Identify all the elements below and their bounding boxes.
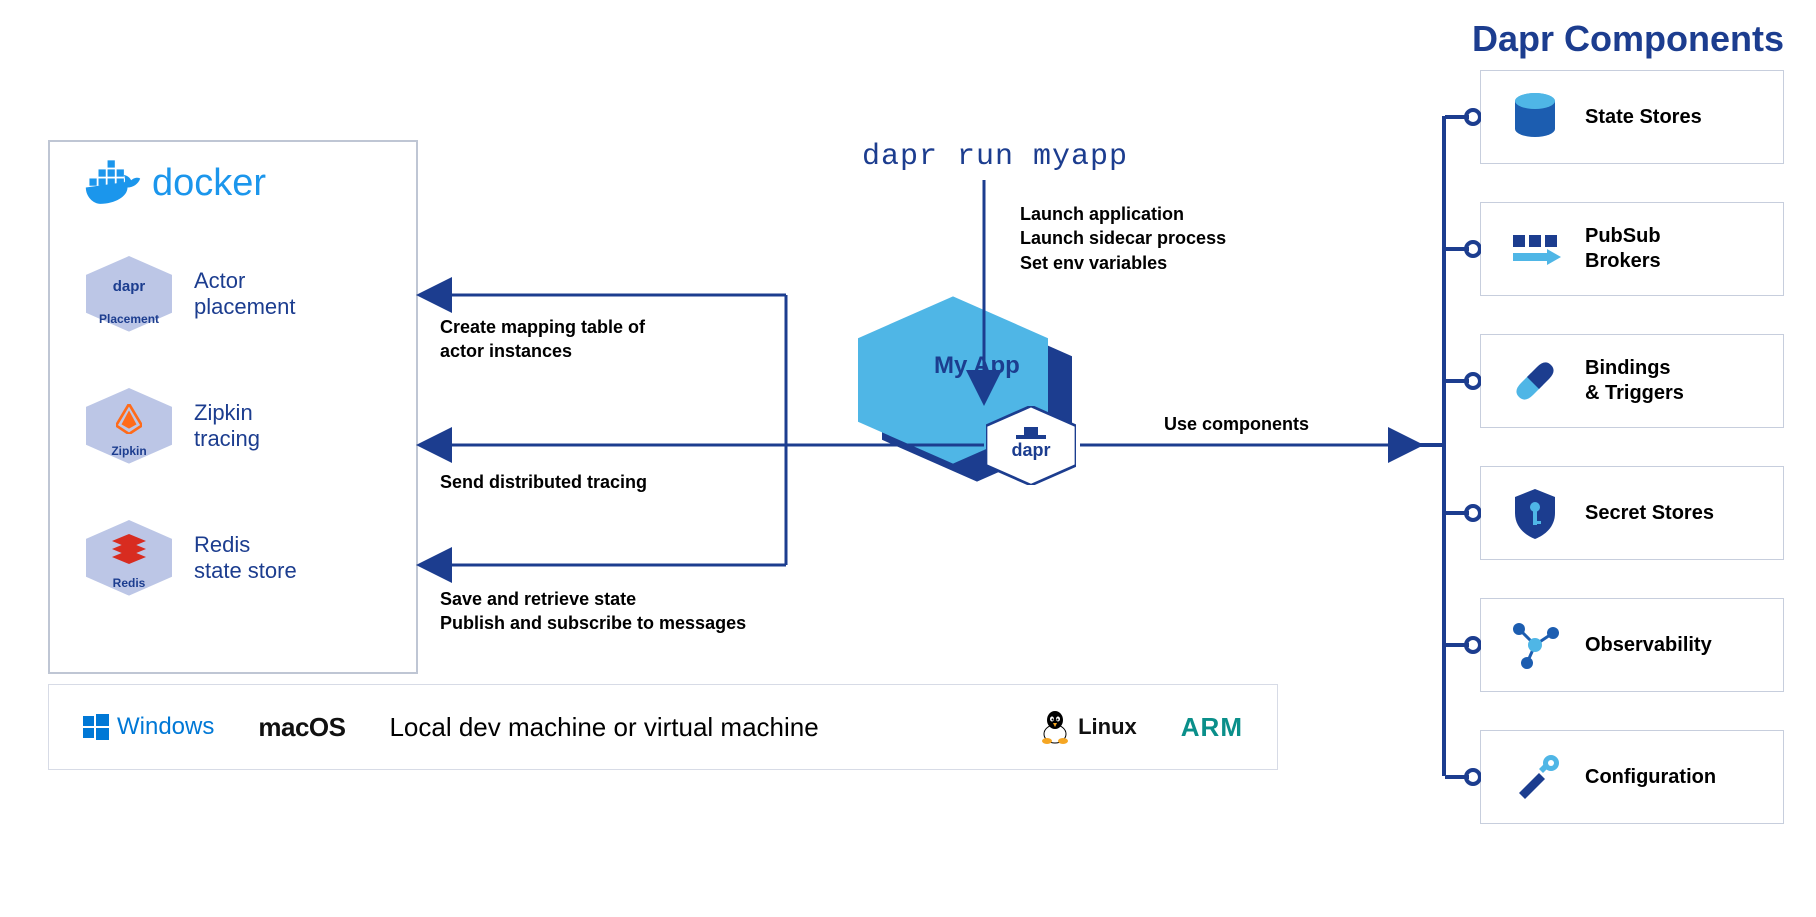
- hex-dapr-placement: dapr Placement: [86, 256, 172, 332]
- docker-panel: docker dapr Placement Actor placement Zi…: [48, 140, 418, 674]
- shield-key-icon: [1507, 485, 1563, 541]
- redis-icon: [112, 534, 146, 564]
- windows-text: Windows: [117, 713, 214, 741]
- arrow-label-actor: Create mapping table of actor instances: [440, 315, 645, 364]
- connector-icon: [1445, 635, 1481, 655]
- dapr-hat-icon: [1016, 427, 1046, 439]
- comp-pubsub: PubSub Brokers: [1480, 202, 1784, 296]
- windows-label: Windows: [83, 713, 214, 741]
- connector-icon: [1445, 767, 1481, 787]
- docker-brand-text: docker: [152, 162, 266, 205]
- connector-icon: [1445, 371, 1481, 391]
- macos-label: macOS: [258, 712, 345, 743]
- components-panel: State Stores PubSub Brokers Bindings & T…: [1480, 70, 1784, 824]
- tux-icon: [1040, 710, 1070, 744]
- comp-label: PubSub Brokers: [1585, 224, 1661, 274]
- comp-label: Bindings & Triggers: [1585, 356, 1684, 406]
- linux-label: Linux: [1040, 710, 1137, 744]
- connector-icon: [1445, 107, 1481, 127]
- item-actor-placement: dapr Placement Actor placement: [86, 256, 296, 332]
- zipkin-icon: [116, 404, 142, 434]
- database-icon: [1507, 89, 1563, 145]
- connector-icon: [1445, 239, 1481, 259]
- placement-caption: Placement: [86, 312, 172, 326]
- arrow-label-tracing: Send distributed tracing: [440, 470, 647, 494]
- comp-label: State Stores: [1585, 105, 1702, 130]
- comp-observability: Observability: [1480, 598, 1784, 692]
- placement-dapr-text: dapr: [86, 278, 172, 295]
- pubsub-icon: [1507, 221, 1563, 277]
- item-redis: Redis Redis state store: [86, 520, 297, 596]
- label-actor-placement: Actor placement: [194, 268, 296, 321]
- plug-icon: [1507, 353, 1563, 409]
- tools-icon: [1507, 749, 1563, 805]
- dapr-sidecar-text: dapr: [986, 440, 1076, 461]
- redis-caption: Redis: [86, 576, 172, 590]
- arm-label: ARM: [1181, 712, 1243, 743]
- comp-bindings: Bindings & Triggers: [1480, 334, 1784, 428]
- dapr-sidecar: dapr: [986, 406, 1076, 486]
- myapp-label: My App: [934, 352, 1020, 380]
- comp-label: Secret Stores: [1585, 501, 1714, 526]
- nodes-icon: [1507, 617, 1563, 673]
- windows-icon: [83, 714, 109, 740]
- hex-redis: Redis: [86, 520, 172, 596]
- label-zipkin: Zipkin tracing: [194, 400, 260, 453]
- bottom-os-bar: Windows macOS Local dev machine or virtu…: [48, 684, 1278, 770]
- zipkin-caption: Zipkin: [86, 444, 172, 458]
- comp-configuration: Configuration: [1480, 730, 1784, 824]
- dapr-run-command: dapr run myapp: [862, 140, 1128, 174]
- docker-icon: [84, 160, 142, 206]
- myapp-cluster: My App dapr: [858, 296, 1078, 496]
- arrow-label-use-components: Use components: [1164, 412, 1309, 436]
- bottom-center-text: Local dev machine or virtual machine: [389, 712, 996, 743]
- command-sub-text: Launch application Launch sidecar proces…: [1020, 202, 1226, 275]
- comp-label: Configuration: [1585, 765, 1716, 790]
- title-dapr-components: Dapr Components: [1472, 18, 1784, 60]
- comp-secret-stores: Secret Stores: [1480, 466, 1784, 560]
- hex-zipkin: Zipkin: [86, 388, 172, 464]
- item-zipkin: Zipkin Zipkin tracing: [86, 388, 260, 464]
- docker-logo: docker: [84, 160, 266, 206]
- comp-label: Observability: [1585, 633, 1712, 658]
- connector-icon: [1445, 503, 1481, 523]
- arrow-label-state: Save and retrieve state Publish and subs…: [440, 587, 746, 636]
- linux-text: Linux: [1078, 714, 1137, 740]
- label-redis: Redis state store: [194, 532, 297, 585]
- comp-state-stores: State Stores: [1480, 70, 1784, 164]
